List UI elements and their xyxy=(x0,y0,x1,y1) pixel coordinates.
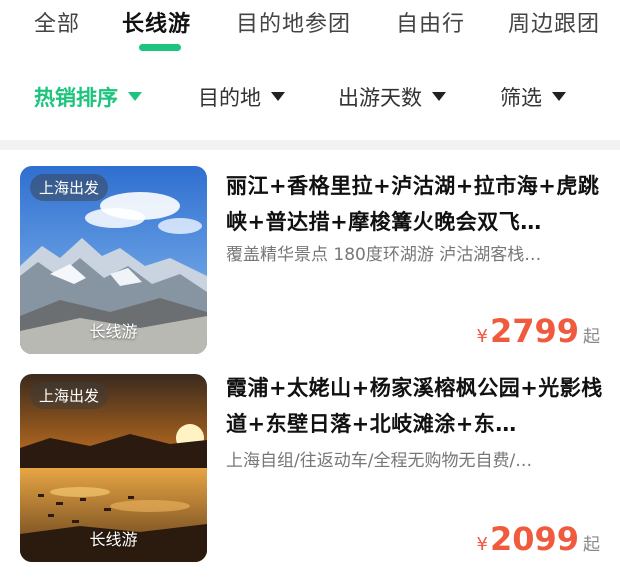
tab-nearby-group[interactable]: 周边跟团 xyxy=(508,6,600,38)
filter-sort[interactable]: 热销排序 xyxy=(34,82,142,112)
product-image[interactable]: 上海出发 长线游 xyxy=(20,166,207,354)
tab-all[interactable]: 全部 xyxy=(34,6,80,38)
image-caption: 长线游 xyxy=(89,322,138,341)
caret-down-icon xyxy=(271,91,285,101)
filter-more-label: 筛选 xyxy=(500,86,542,110)
tab-destination-group[interactable]: 目的地参团 xyxy=(236,6,351,38)
category-tabs: 全部 长线游 目的地参团 自由行 周边跟团 xyxy=(0,0,620,60)
departure-tag: 上海出发 xyxy=(30,174,109,201)
filter-sort-label: 热销排序 xyxy=(34,86,118,110)
filter-more[interactable]: 筛选 xyxy=(500,82,566,112)
product-list: 上海出发 长线游 丽江+香格里拉+泸沽湖+拉市海+虎跳峡+普达措+摩梭篝火晚会双… xyxy=(0,150,620,579)
filter-bar: 热销排序 目的地 出游天数 筛选 xyxy=(0,74,620,118)
product-image[interactable]: 上海出发 长线游 xyxy=(20,374,207,562)
currency-symbol: ¥ xyxy=(476,534,488,555)
product-price: ¥2799 起 xyxy=(476,312,600,350)
tab-long-trip[interactable]: 长线游 xyxy=(122,6,191,38)
product-card[interactable]: 上海出发 长线游 丽江+香格里拉+泸沽湖+拉市海+虎跳峡+普达措+摩梭篝火晚会双… xyxy=(0,166,620,366)
caret-down-icon xyxy=(128,91,142,101)
price-value: 2799 xyxy=(489,312,579,350)
price-unit: 起 xyxy=(583,327,600,347)
currency-symbol: ¥ xyxy=(476,326,488,347)
filter-days-label: 出游天数 xyxy=(338,86,422,110)
product-subtitle: 上海自组/往返动车/全程无购物无自费/… xyxy=(226,451,533,471)
caret-down-icon xyxy=(432,91,446,101)
price-value: 2099 xyxy=(489,520,579,558)
image-caption: 长线游 xyxy=(89,530,138,549)
tab-free-travel[interactable]: 自由行 xyxy=(396,6,465,38)
header: 全部 长线游 目的地参团 自由行 周边跟团 热销排序 目的地 出游天数 筛选 xyxy=(0,0,620,140)
product-title[interactable]: 丽江+香格里拉+泸沽湖+拉市海+虎跳峡+普达措+摩梭篝火晚会双飞… xyxy=(226,168,606,240)
filter-destination-label: 目的地 xyxy=(198,86,261,110)
product-subtitle: 覆盖精华景点 180度环湖游 泸沽湖客栈… xyxy=(226,245,542,265)
filter-destination[interactable]: 目的地 xyxy=(198,82,285,112)
departure-tag: 上海出发 xyxy=(30,382,109,409)
active-tab-indicator xyxy=(139,44,181,51)
price-unit: 起 xyxy=(583,535,600,555)
product-title[interactable]: 霞浦+太姥山+杨家溪榕枫公园+光影栈道+东壁日落+北岐滩涂+东… xyxy=(226,370,606,442)
product-card[interactable]: 上海出发 长线游 霞浦+太姥山+杨家溪榕枫公园+光影栈道+东壁日落+北岐滩涂+东… xyxy=(0,374,620,574)
product-price: ¥2099 起 xyxy=(476,520,600,558)
filter-days[interactable]: 出游天数 xyxy=(338,82,446,112)
caret-down-icon xyxy=(552,91,566,101)
